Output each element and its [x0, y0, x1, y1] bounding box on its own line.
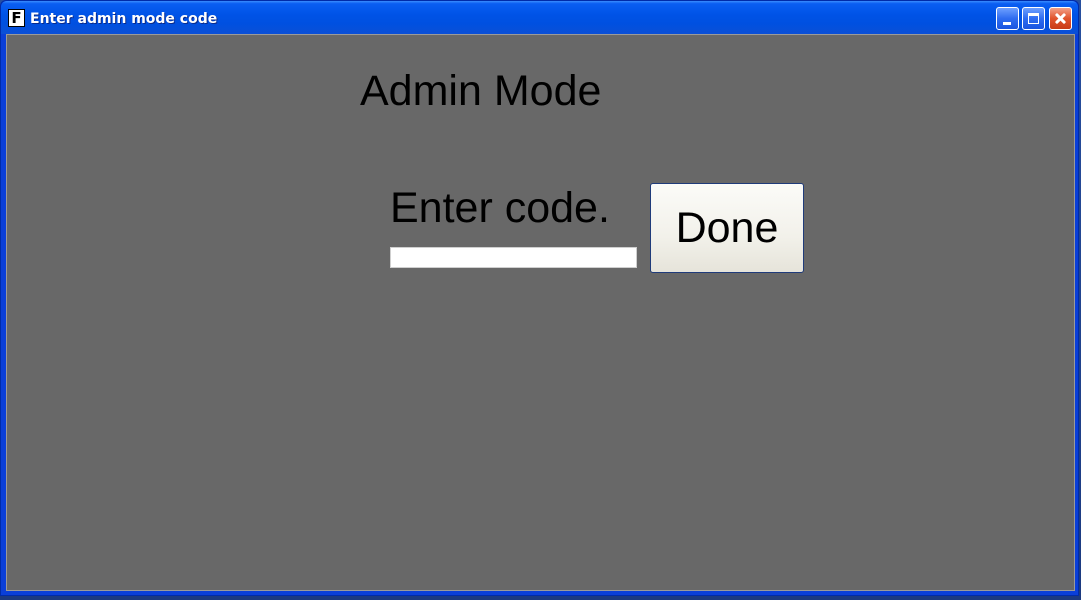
client-area: Admin Mode Enter code. Done	[6, 34, 1075, 591]
done-button[interactable]: Done	[650, 183, 804, 273]
admin-code-window: F Enter admin mode code Admin Mode Enter…	[0, 0, 1079, 596]
app-icon: F	[8, 9, 25, 27]
code-prompt-label: Enter code.	[390, 184, 610, 232]
page-title: Admin Mode	[360, 67, 602, 115]
close-button[interactable]	[1049, 7, 1072, 30]
window-title: Enter admin mode code	[30, 11, 218, 27]
minimize-icon	[1003, 22, 1011, 25]
maximize-icon	[1028, 13, 1039, 24]
title-bar[interactable]: F Enter admin mode code	[1, 1, 1078, 34]
minimize-button[interactable]	[996, 7, 1019, 30]
close-icon	[1050, 8, 1071, 29]
code-input[interactable]	[390, 247, 637, 268]
maximize-button[interactable]	[1022, 7, 1045, 30]
